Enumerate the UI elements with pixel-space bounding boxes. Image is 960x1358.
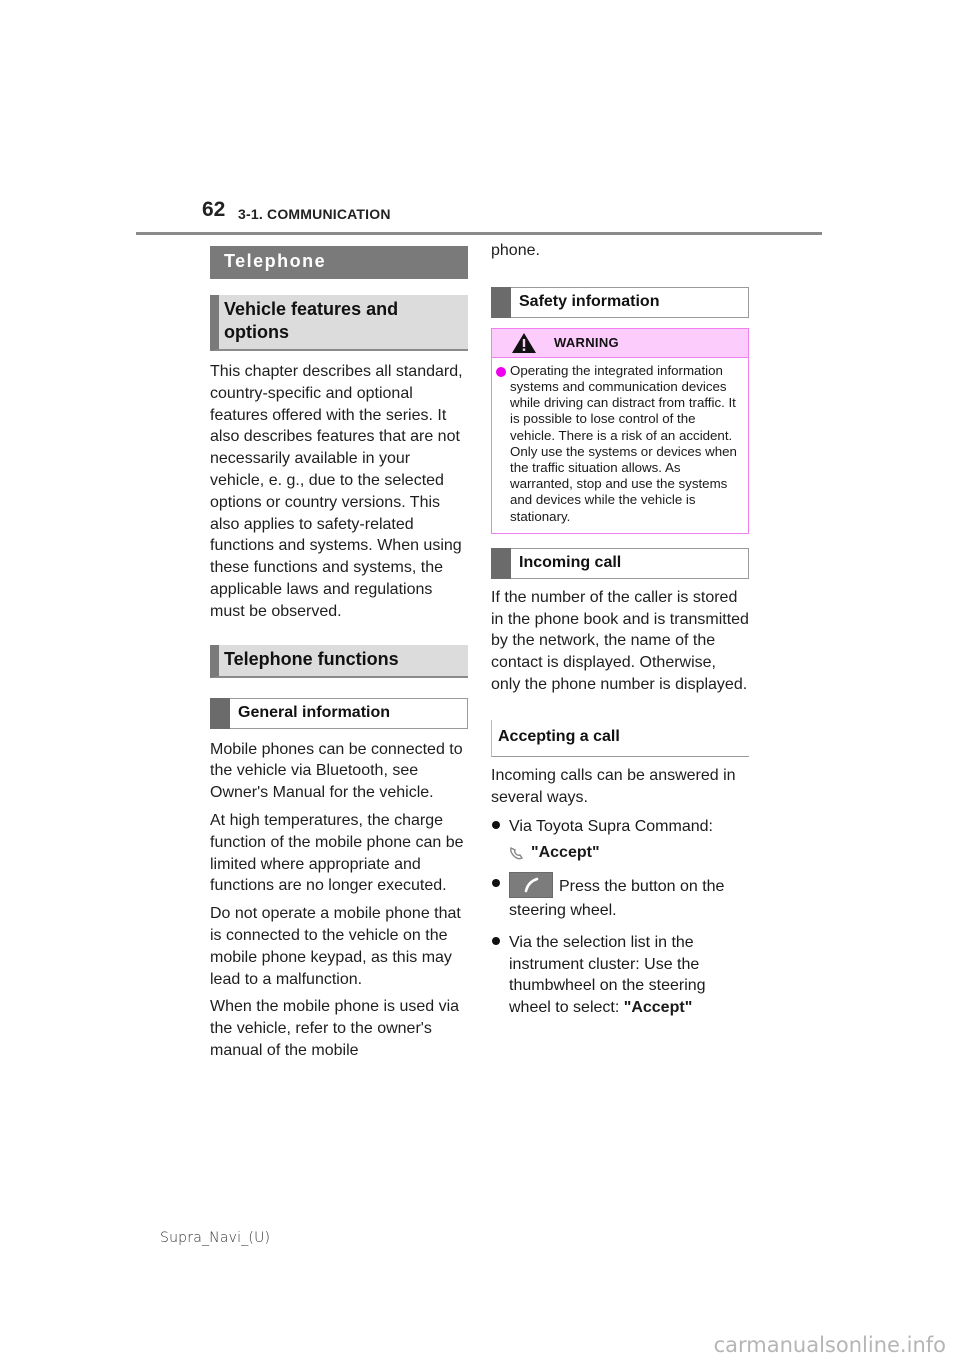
quote-close: "	[591, 844, 600, 862]
warning-text: Operating the integrated information sys…	[510, 362, 737, 524]
heading-bar	[491, 286, 511, 318]
chapter-title: 3-1. COMMUNICATION	[238, 206, 391, 222]
bullet-icon	[491, 932, 509, 1019]
warning-label: WARNING	[554, 335, 619, 351]
bullet-text: Via Toyota Supra Command:	[509, 818, 713, 836]
incoming-call-text: If the number of the caller is stored in…	[491, 588, 749, 694]
heading-incoming-call: Incoming call	[491, 547, 749, 579]
phone-button-icon	[509, 872, 553, 898]
command-accept: Accept	[631, 999, 685, 1017]
quote-close: "	[684, 999, 693, 1017]
heading-label: Incoming call	[519, 554, 622, 572]
accepting-intro-text: Incoming calls can be answered in severa…	[491, 766, 736, 806]
bullet-icon	[491, 874, 509, 922]
paragraph-owners-manual: When the mobile phone is used via the ve…	[210, 998, 460, 1059]
paragraph-keypad: Do not operate a mobile phone that is co…	[210, 905, 461, 988]
section-title-telephone: Telephone	[210, 246, 468, 279]
warning-triangle-icon	[512, 332, 536, 353]
heading-bar	[210, 697, 230, 729]
heading-safety-information: Safety information	[491, 286, 749, 318]
bullet-icon	[491, 816, 509, 864]
heading-accepting-call: Accepting a call	[491, 719, 749, 757]
heading-bar	[491, 547, 511, 579]
footer-document-code: Supra_Navi_(U)	[160, 1230, 271, 1246]
heading-telephone-functions: Telephone functions	[210, 644, 468, 678]
left-column: Telephone Vehicle features and options T…	[210, 246, 468, 1062]
warning-body: Operating the integrated information sys…	[492, 358, 748, 533]
continuation-text: phone.	[491, 242, 540, 259]
warning-box: WARNING Operating the integrated informa…	[491, 327, 749, 534]
watermark[interactable]: carmanualsonline.info	[714, 1333, 946, 1357]
header-divider	[136, 232, 822, 235]
bullet-dot-icon	[496, 366, 506, 377]
list-item-selection-list: Via the selection list in the instrument…	[491, 932, 749, 1019]
voice-command-icon	[510, 847, 524, 860]
paragraph-temperatures: At high temperatures, the charge functio…	[210, 811, 464, 895]
paragraph-bluetooth: Mobile phones can be connected to the ve…	[210, 740, 463, 802]
heading-label: Safety information	[519, 293, 660, 311]
heading-vehicle-features: Vehicle features and options	[210, 295, 468, 351]
list-item-command: Via Toyota Supra Command: "Accept"	[491, 816, 749, 864]
right-column: phone. Safety information WARNING Operat…	[491, 240, 749, 1019]
vehicle-features-text: This chapter describes all standard, cou…	[210, 363, 463, 620]
page-number: 62	[202, 198, 226, 221]
quote-open: "	[531, 844, 539, 862]
command-accept: Accept	[538, 844, 592, 862]
warning-header: WARNING	[492, 328, 748, 358]
heading-general-information: General information	[210, 697, 468, 729]
heading-label: General information	[238, 704, 391, 722]
list-item-steering-button: Press the button on the steering wheel.	[491, 872, 749, 922]
